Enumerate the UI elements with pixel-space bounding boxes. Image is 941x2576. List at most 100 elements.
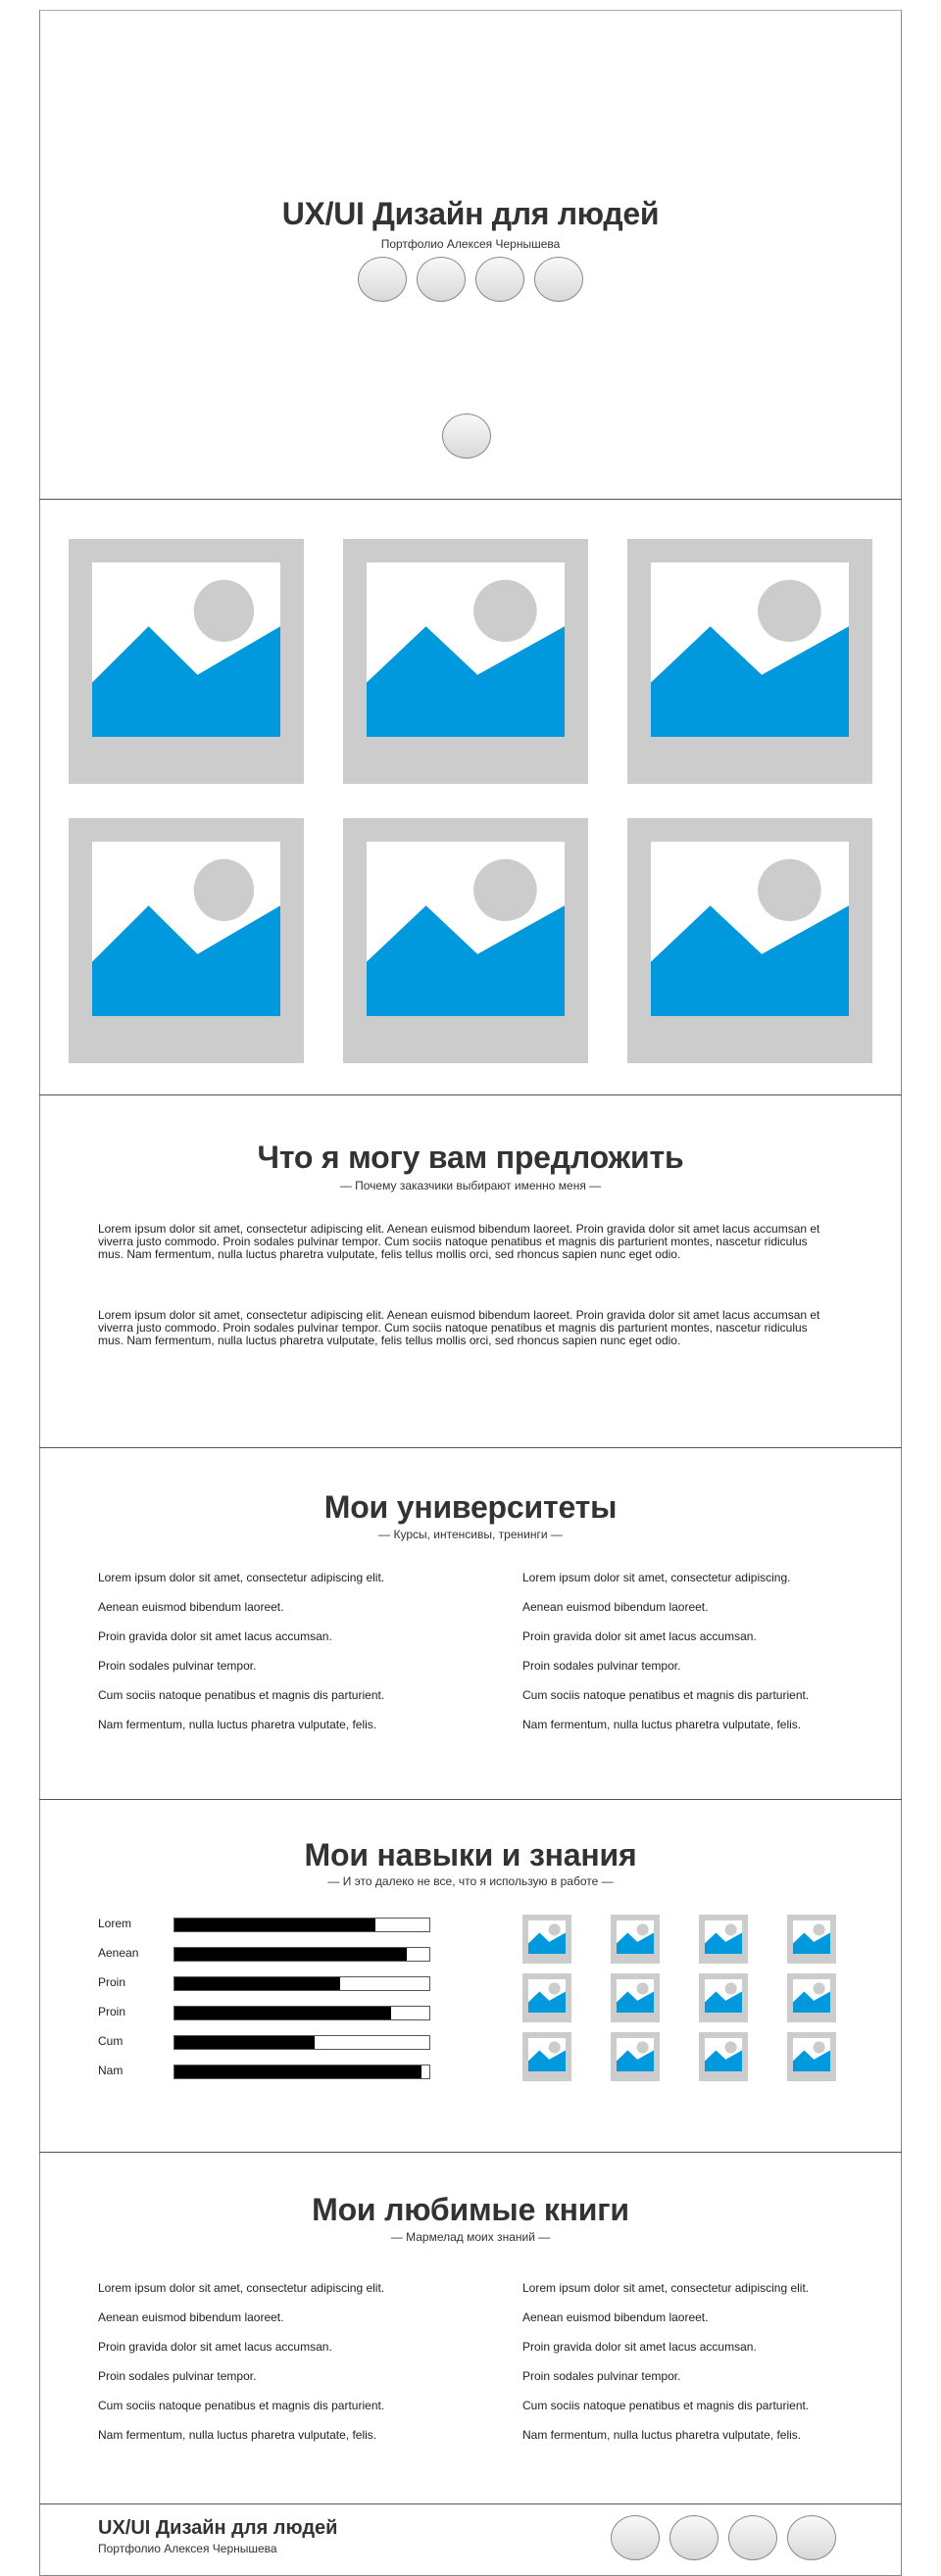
footer-title: UX/UI Дизайн для людей xyxy=(98,2517,338,2539)
universities-subtitle: — Курсы, интенсивы, тренинги — xyxy=(378,1528,563,1541)
skill-row: Cum xyxy=(98,2033,451,2051)
skill-progress-bar xyxy=(173,1976,430,1991)
books-section: Мои любимые книги — Мармелад моих знаний… xyxy=(39,2153,902,2504)
books-list-left: Lorem ipsum dolor sit amet, consectetur … xyxy=(98,2281,490,2457)
offer-paragraph-2: Lorem ipsum dolor sit amet, consectetur … xyxy=(98,1308,820,1347)
skills-title: Мои навыки и знания xyxy=(304,1837,637,1872)
skill-progress-fill xyxy=(174,1977,340,1990)
skill-label: Cum xyxy=(98,2034,124,2048)
list-item: Nam fermentum, nulla luctus pharetra vul… xyxy=(98,2428,377,2442)
image-placeholder-icon xyxy=(705,1979,742,2013)
skill-logo-7 xyxy=(699,1973,748,2022)
skill-progress-fill xyxy=(174,2036,315,2049)
footer-social-buttons xyxy=(611,2515,836,2560)
skill-logo-1 xyxy=(522,1915,571,1964)
image-placeholder-icon xyxy=(705,2038,742,2071)
universities-list-left: Lorem ipsum dolor sit amet, consectetur … xyxy=(98,1571,490,1747)
image-placeholder-icon xyxy=(705,1920,742,1954)
list-item: Nam fermentum, nulla luctus pharetra vul… xyxy=(98,1718,377,1731)
social-button-4[interactable] xyxy=(534,257,583,302)
universities-title: Мои университеты xyxy=(323,1489,618,1525)
portfolio-item-3[interactable] xyxy=(627,539,872,784)
skill-row: Proin xyxy=(98,1974,451,1992)
list-item: Cum sociis natoque penatibus et magnis d… xyxy=(98,2399,385,2412)
skill-label: Proin xyxy=(98,1975,126,1989)
skill-label: Proin xyxy=(98,2005,126,2018)
list-item: Cum sociis natoque penatibus et magnis d… xyxy=(522,2399,810,2412)
image-placeholder-icon xyxy=(617,1920,654,1954)
skill-logo-9 xyxy=(522,2032,571,2081)
skill-logo-11 xyxy=(699,2032,748,2081)
skill-progress-bar xyxy=(173,1918,430,1932)
list-item: Proin gravida dolor sit amet lacus accum… xyxy=(98,2340,332,2354)
skill-progress-bar xyxy=(173,1947,430,1962)
skill-logo-6 xyxy=(611,1973,660,2022)
list-item: Nam fermentum, nulla luctus pharetra vul… xyxy=(522,2428,802,2442)
skill-logo-2 xyxy=(611,1915,660,1964)
footer-subtitle: Портфолио Алексея Чернышева xyxy=(98,2542,277,2555)
social-button-3[interactable] xyxy=(475,257,524,302)
books-list-right: Lorem ipsum dolor sit amet, consectetur … xyxy=(522,2281,895,2457)
skill-label: Aenean xyxy=(98,1946,139,1960)
image-placeholder-icon xyxy=(651,842,849,1016)
hero-subtitle: Портфолио Алексея Чернышева xyxy=(380,237,561,251)
portfolio-item-5[interactable] xyxy=(343,818,588,1063)
skills-section: Мои навыки и знания — И это далеко не вс… xyxy=(39,1800,902,2153)
skill-logo-8 xyxy=(787,1973,836,2022)
image-placeholder-icon xyxy=(528,1920,566,1954)
books-title: Мои любимые книги xyxy=(312,2192,629,2227)
hero-social-buttons xyxy=(39,257,902,302)
list-item: Cum sociis natoque penatibus et magnis d… xyxy=(522,1688,810,1702)
skills-subtitle: — И это далеко не все, что я использую в… xyxy=(327,1874,614,1888)
list-item: Lorem ipsum dolor sit amet, consectetur … xyxy=(522,2281,810,2295)
list-item: Proin sodales pulvinar tempor. xyxy=(98,2369,257,2383)
image-placeholder-icon xyxy=(793,1920,830,1954)
image-placeholder-icon xyxy=(367,562,565,737)
list-item: Aenean euismod bibendum laoreet. xyxy=(98,2310,284,2324)
footer-social-button-3[interactable] xyxy=(728,2515,777,2560)
image-placeholder-icon xyxy=(617,2038,654,2071)
list-item: Proin gravida dolor sit amet lacus accum… xyxy=(522,2340,757,2354)
hero-title: UX/UI Дизайн для людей xyxy=(281,196,660,231)
scroll-down-button[interactable] xyxy=(442,413,491,459)
list-item: Aenean euismod bibendum laoreet. xyxy=(522,1600,709,1614)
skill-row: Nam xyxy=(98,2063,451,2080)
list-item: Aenean euismod bibendum laoreet. xyxy=(98,1600,284,1614)
skill-progress-fill xyxy=(174,2066,422,2078)
books-subtitle: — Мармелад моих знаний — xyxy=(390,2230,551,2244)
footer-social-button-4[interactable] xyxy=(787,2515,836,2560)
footer: UX/UI Дизайн для людей Портфолио Алексея… xyxy=(39,2504,902,2576)
list-item: Proin sodales pulvinar tempor. xyxy=(522,1659,681,1673)
skill-progress-bar xyxy=(173,2006,430,2020)
portfolio-item-4[interactable] xyxy=(69,818,304,1063)
skill-logo-12 xyxy=(787,2032,836,2081)
image-placeholder-icon xyxy=(651,562,849,737)
list-item: Proin sodales pulvinar tempor. xyxy=(522,2369,681,2383)
skill-logo-10 xyxy=(611,2032,660,2081)
portfolio-item-2[interactable] xyxy=(343,539,588,784)
footer-social-button-2[interactable] xyxy=(669,2515,718,2560)
offer-paragraph-1: Lorem ipsum dolor sit amet, consectetur … xyxy=(98,1222,820,1261)
social-button-2[interactable] xyxy=(417,257,466,302)
hero-section: UX/UI Дизайн для людей Портфолио Алексея… xyxy=(39,10,902,500)
footer-social-button-1[interactable] xyxy=(611,2515,660,2560)
image-placeholder-icon xyxy=(92,562,280,737)
image-placeholder-icon xyxy=(793,1979,830,2013)
list-item: Proin gravida dolor sit amet lacus accum… xyxy=(522,1629,757,1643)
offer-title: Что я могу вам предложить xyxy=(257,1140,684,1175)
skill-label: Nam xyxy=(98,2064,124,2077)
universities-list-right: Lorem ipsum dolor sit amet, consectetur … xyxy=(522,1571,895,1747)
skill-row: Lorem xyxy=(98,1916,451,1933)
offer-section: Что я могу вам предложить — Почему заказ… xyxy=(39,1095,902,1448)
skill-logo-4 xyxy=(787,1915,836,1964)
skill-progress-fill xyxy=(174,2007,391,2019)
image-placeholder-icon xyxy=(617,1979,654,2013)
list-item: Nam fermentum, nulla luctus pharetra vul… xyxy=(522,1718,802,1731)
portfolio-item-1[interactable] xyxy=(69,539,304,784)
social-button-1[interactable] xyxy=(358,257,407,302)
universities-section: Мои университеты — Курсы, интенсивы, тре… xyxy=(39,1448,902,1800)
image-placeholder-icon xyxy=(367,842,565,1016)
portfolio-item-6[interactable] xyxy=(627,818,872,1063)
skill-logo-5 xyxy=(522,1973,571,2022)
skill-progress-bar xyxy=(173,2065,430,2079)
